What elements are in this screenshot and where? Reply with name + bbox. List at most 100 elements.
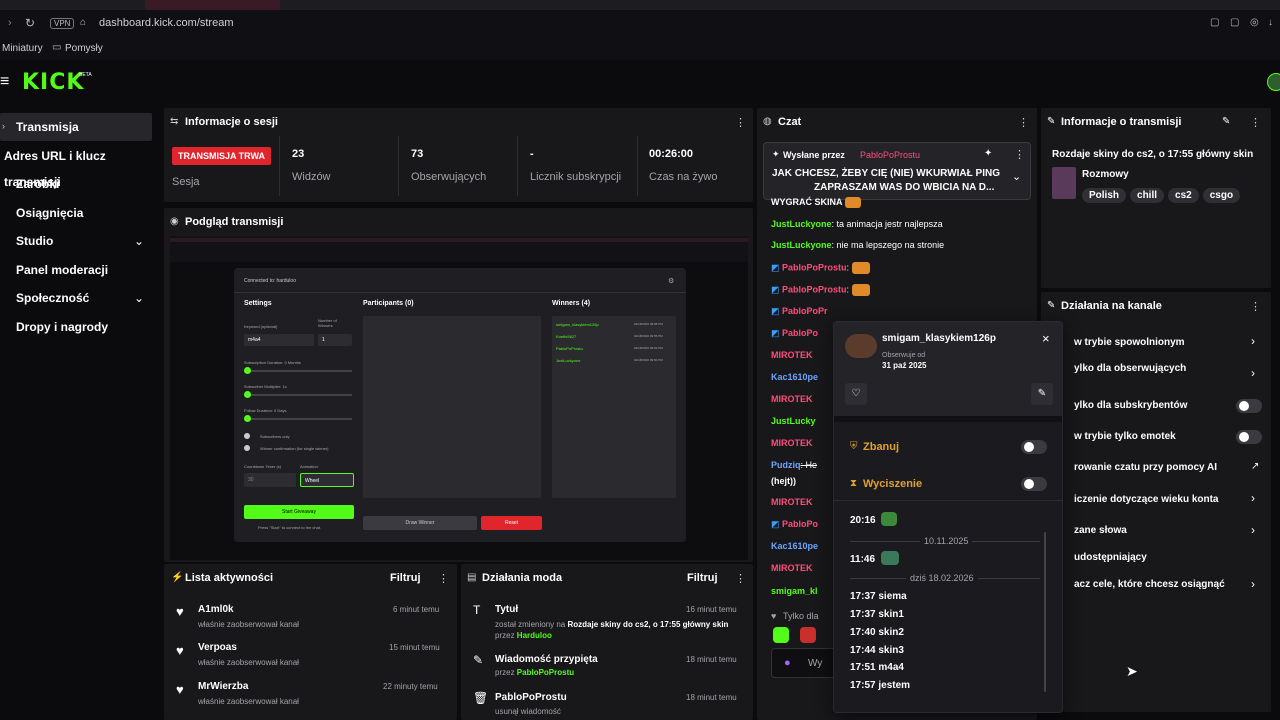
edit-icon[interactable]: ✎ [1222,116,1230,127]
user-avatar[interactable] [845,334,877,358]
activity-user[interactable]: Verpoas [198,642,237,653]
external-link-icon[interactable]: ↗ [1251,461,1259,472]
radio[interactable] [244,433,250,439]
winner-time: 02/18/2026 09:58 PM [634,322,663,326]
mod-action-desc: został zmieniony na Rozdaje skiny do cs2… [495,620,729,640]
reload-icon[interactable]: ↻ [25,16,35,30]
more-icon[interactable]: ⋮ [438,572,449,585]
category-thumbnail[interactable] [1052,167,1076,199]
reset-button[interactable]: Reset [481,516,542,530]
goals-item[interactable]: acz cele, które chcesz osiągnąć [1074,579,1225,590]
heart-icon[interactable]: ♡ [845,383,867,405]
emote-only-item[interactable]: w trybie tylko emotek [1074,431,1176,442]
slider-handle[interactable] [244,415,251,422]
start-giveaway-button[interactable]: Start Giveaway [244,505,354,519]
bookmark-miniatury[interactable]: Miniatury [2,43,43,54]
active-tab[interactable] [145,0,280,10]
heart-icon: ♥ [771,611,777,621]
activity-user[interactable]: MrWierzba [198,681,248,692]
sidebar-item-achievements[interactable]: Osiągnięcia [0,200,152,226]
preview-title: Podgląd transmisji [185,216,284,228]
chevron-down-icon[interactable]: ⌄ [134,234,144,248]
bookmark-icon[interactable]: ▢ [1210,17,1219,28]
edit-icon[interactable]: ✎ [1031,383,1053,405]
sidebar-item-community[interactable]: Społeczność [0,285,152,311]
vpn-badge[interactable]: VPN [50,18,75,29]
tag[interactable]: csgo [1202,188,1241,203]
timeout-toggle[interactable] [1021,477,1047,491]
popup-username[interactable]: smigam_klasykiem126p [882,333,996,344]
banned-words-item[interactable]: zane słowa [1074,525,1127,536]
subs-only-item[interactable]: ylko dla subskrybentów [1074,400,1187,411]
ai-moderation-item[interactable]: rowanie czatu przy pomocy AI [1074,462,1217,473]
subs-only-toggle[interactable] [1236,399,1262,413]
more-icon[interactable]: ⋮ [1250,116,1261,129]
download-icon[interactable]: ↓ [1268,17,1273,28]
shield-icon[interactable]: ◎ [1250,17,1259,28]
pinned-message[interactable]: ✦ Wysłane przez PabloPoProstu ✦ ⋮ JAK CH… [763,142,1031,200]
keyword-input[interactable]: m4a4 [244,334,314,346]
radio[interactable] [244,445,250,451]
sidebar-item-studio[interactable]: Studio [0,228,152,254]
bookmark-pomysly[interactable]: Pomysły [65,43,103,54]
stream-preview-video[interactable]: Connected to: harduloo ⚙ Settings Partic… [170,236,748,560]
unpin-icon[interactable]: ✦ [984,148,992,159]
more-icon[interactable]: ⋮ [1014,148,1025,161]
mic-icon[interactable]: ● [784,657,791,669]
emote-icon[interactable] [773,627,789,643]
animation-select[interactable]: Wheel [300,473,354,487]
draw-winner-button[interactable]: Draw Winner [363,516,477,530]
sidebar-item-stream-key[interactable]: Adres URL i klucz transmisji [0,143,152,189]
tag[interactable]: Polish [1082,188,1127,203]
activity-user[interactable]: A1ml0k [198,604,234,615]
account-age-item[interactable]: iczenie dotyczące wieku konta [1074,494,1219,505]
url-text[interactable]: dashboard.kick.com/stream [99,17,234,29]
chat-message: smigam_kl [771,586,818,596]
emote-only-toggle[interactable] [1236,430,1262,444]
category-name[interactable]: Rozmowy [1082,169,1129,180]
collection-icon[interactable]: ▢ [1230,17,1239,28]
kick-logo[interactable]: KICK [22,70,84,95]
scrollbar[interactable] [1044,532,1046,692]
more-icon[interactable]: ⋮ [735,116,746,129]
tag[interactable]: cs2 [1168,188,1199,203]
chevron-down-icon[interactable]: ⌄ [1012,170,1021,183]
more-icon[interactable]: ⋮ [1018,116,1029,129]
mod-filter-button[interactable]: Filtruj [687,572,718,584]
sharing-item[interactable]: udostępniający [1074,552,1147,563]
chat-input[interactable]: ● Wy [771,648,841,678]
settings-gear-icon[interactable]: ⚙ [668,277,674,285]
slider-handle[interactable] [244,367,251,374]
more-icon[interactable]: ⋮ [1250,300,1261,313]
more-icon[interactable]: ⋮ [735,572,746,585]
chevron-down-icon[interactable]: ⌄ [134,291,144,305]
chevron-right-icon[interactable]: › [1251,491,1255,505]
hamburger-icon[interactable]: ≡ [0,73,9,91]
chat-message: JustLucky [771,416,816,426]
sidebar-item-earnings[interactable]: Zarobki [0,171,152,197]
forward-icon[interactable]: › [8,17,12,29]
chevron-right-icon[interactable]: › [1251,523,1255,537]
activity-filter-button[interactable]: Filtruj [390,572,421,584]
tag[interactable]: chill [1130,188,1165,203]
ban-label[interactable]: Zbanuj [863,441,899,453]
slider-handle[interactable] [244,391,251,398]
countdown-input[interactable]: 30 [244,473,296,487]
emote-icon[interactable] [800,627,816,643]
sidebar-item-drops[interactable]: Dropy i nagrody [0,314,152,340]
winners-label: Winners (4) [552,300,591,307]
user-avatar[interactable] [1267,73,1280,91]
winner-count-input[interactable]: 1 [318,334,352,346]
chevron-right-icon[interactable]: › [1251,334,1255,348]
close-icon[interactable]: × [1042,331,1050,346]
chevron-right-icon[interactable]: › [1251,577,1255,591]
pinned-by-user[interactable]: PabloPoProstu [860,150,920,160]
sidebar-item-transmisja[interactable]: Transmisja [0,114,152,140]
ban-toggle[interactable] [1021,440,1047,454]
slow-mode-item[interactable]: w trybie spowolnionym [1074,337,1185,348]
followers-only-item[interactable]: ylko dla obserwujących [1074,363,1186,374]
chat-message: ◩ PabloPoProstu: [771,284,870,296]
sidebar-item-moderation[interactable]: Panel moderacji [0,257,152,283]
chevron-right-icon[interactable]: › [1251,366,1255,380]
timeout-label[interactable]: Wyciszenie [863,478,922,490]
